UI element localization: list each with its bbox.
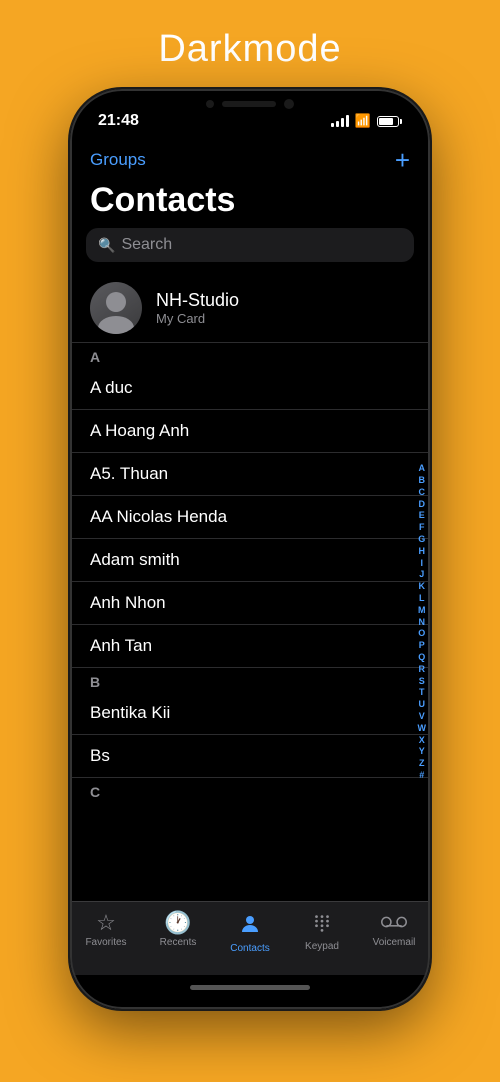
alpha-k[interactable]: K [419, 581, 426, 592]
app-content: Groups + Contacts 🔍 Search NH-Studio My … [70, 139, 430, 1009]
tab-voicemail-label: Voicemail [373, 937, 416, 948]
tab-contacts-label: Contacts [230, 943, 269, 954]
section-header-b: B [70, 668, 430, 692]
alpha-r[interactable]: R [419, 664, 426, 675]
alpha-y[interactable]: Y [419, 746, 425, 757]
keypad-icon [311, 912, 333, 938]
list-item[interactable]: Anh Tan [70, 625, 430, 668]
alpha-z[interactable]: Z [419, 758, 425, 769]
list-item[interactable]: A Hoang Anh [70, 410, 430, 453]
list-item[interactable]: Anh Nhon [70, 582, 430, 625]
alpha-i[interactable]: I [420, 558, 423, 569]
alpha-t[interactable]: T [419, 687, 425, 698]
tab-recents-label: Recents [160, 937, 197, 948]
notch [170, 89, 330, 119]
list-item[interactable]: A5. Thuan [70, 453, 430, 496]
alpha-x[interactable]: X [419, 735, 425, 746]
tab-bar: ☆ Favorites 🕐 Recents Contacts [70, 901, 430, 975]
alphabet-index: A B C D E F G H I J K L M N O P Q [418, 343, 427, 901]
my-card-name: NH-Studio [156, 290, 239, 311]
tab-favorites-label: Favorites [85, 937, 126, 948]
favorites-icon: ☆ [96, 912, 116, 934]
alpha-s[interactable]: S [419, 676, 425, 687]
status-icons: 📶 [331, 113, 402, 129]
alpha-v[interactable]: V [419, 711, 425, 722]
alpha-o[interactable]: O [418, 628, 425, 639]
phone-frame: 21:48 📶 Groups + [70, 89, 430, 1009]
alpha-j[interactable]: J [419, 569, 424, 580]
home-indicator [70, 975, 430, 1009]
notch-camera [206, 100, 214, 108]
voicemail-icon [381, 912, 407, 934]
alpha-m[interactable]: M [418, 605, 426, 616]
section-header-a: A [70, 343, 430, 367]
list-item[interactable]: AA Nicolas Henda [70, 496, 430, 539]
alpha-g[interactable]: G [418, 534, 425, 545]
alpha-b[interactable]: B [419, 475, 426, 486]
tab-recents[interactable]: 🕐 Recents [142, 912, 214, 948]
alpha-p[interactable]: P [419, 640, 425, 651]
contacts-icon [238, 912, 262, 940]
alpha-q[interactable]: Q [418, 652, 425, 663]
recents-icon: 🕐 [164, 912, 191, 934]
alpha-l[interactable]: L [419, 593, 425, 604]
alpha-u[interactable]: U [419, 699, 426, 710]
contacts-list: A A duc A Hoang Anh A5. Thuan AA Nicolas… [70, 343, 430, 901]
contacts-scroll[interactable]: A A duc A Hoang Anh A5. Thuan AA Nicolas… [70, 343, 430, 901]
alpha-f[interactable]: F [419, 522, 425, 533]
tab-voicemail[interactable]: Voicemail [358, 912, 430, 948]
alpha-e[interactable]: E [419, 510, 425, 521]
my-card-row[interactable]: NH-Studio My Card [70, 274, 430, 343]
section-header-c: C [70, 778, 430, 802]
my-card-subtitle: My Card [156, 311, 239, 326]
notch-sensor [284, 99, 294, 109]
tab-contacts[interactable]: Contacts [214, 912, 286, 954]
add-contact-button[interactable]: + [395, 147, 410, 173]
phone-screen: 21:48 📶 Groups + [70, 89, 430, 1009]
signal-icon [331, 115, 349, 127]
search-input[interactable]: Search [121, 236, 172, 254]
battery-icon [377, 116, 402, 127]
list-item[interactable]: A duc [70, 367, 430, 410]
tab-keypad-label: Keypad [305, 941, 339, 952]
list-item[interactable]: Bentika Kii [70, 692, 430, 735]
status-time: 21:48 [98, 112, 139, 130]
nav-bar: Groups + [70, 139, 430, 177]
search-icon: 🔍 [98, 237, 115, 254]
list-item[interactable]: Bs [70, 735, 430, 778]
my-card-info: NH-Studio My Card [156, 290, 239, 326]
alpha-w[interactable]: W [418, 723, 427, 734]
contacts-title: Contacts [70, 177, 430, 228]
alpha-d[interactable]: D [419, 499, 426, 510]
groups-button[interactable]: Groups [90, 150, 146, 170]
alpha-hash[interactable]: # [419, 770, 424, 781]
search-bar[interactable]: 🔍 Search [86, 228, 414, 262]
wifi-icon: 📶 [355, 113, 371, 129]
alpha-n[interactable]: N [419, 617, 426, 628]
page-title: Darkmode [158, 28, 341, 71]
tab-favorites[interactable]: ☆ Favorites [70, 912, 142, 948]
notch-speaker [222, 101, 276, 107]
alpha-a[interactable]: A [419, 463, 426, 474]
list-item[interactable]: Adam smith [70, 539, 430, 582]
avatar [90, 282, 142, 334]
home-bar [190, 985, 310, 990]
tab-keypad[interactable]: Keypad [286, 912, 358, 952]
alpha-h[interactable]: H [419, 546, 426, 557]
alpha-c[interactable]: C [419, 487, 426, 498]
